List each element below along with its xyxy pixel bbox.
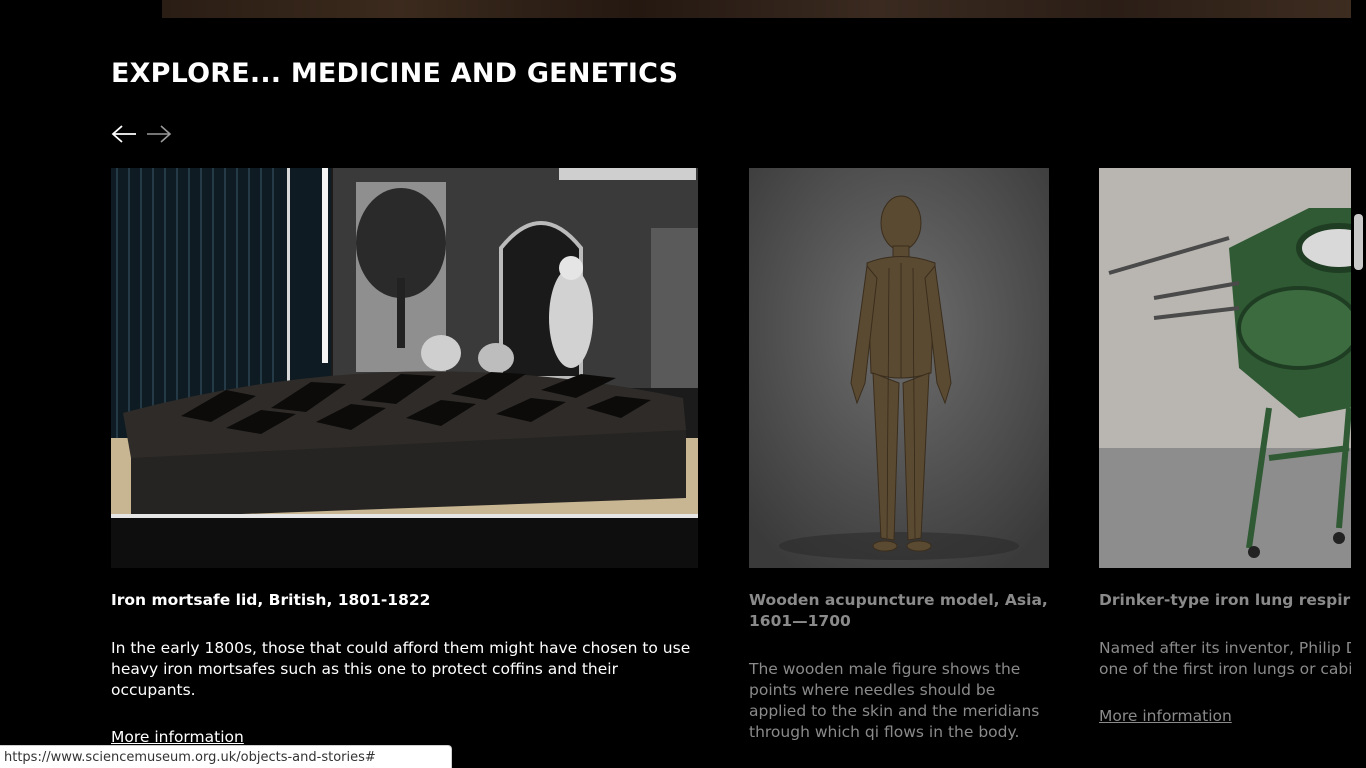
iron-lung-image[interactable]: [1099, 168, 1351, 568]
mortsafe-image[interactable]: [111, 168, 698, 568]
section-title: EXPLORE... MEDICINE AND GENETICS: [111, 58, 679, 89]
status-bar-url: https://www.sciencemuseum.org.uk/objects…: [0, 745, 452, 768]
more-information-link[interactable]: More information: [1099, 706, 1232, 727]
card-description-line: one of the first iron lungs or cabinet r…: [1099, 660, 1351, 678]
acupuncture-photo: [749, 168, 1049, 568]
iron-lung-photo: [1099, 168, 1351, 568]
card-title[interactable]: Wooden acupuncture model, Asia, 1601—170…: [749, 590, 1049, 632]
arrow-left-icon: [111, 125, 136, 143]
card-title[interactable]: Iron mortsafe lid, British, 1801-1822: [111, 590, 430, 611]
card-description-line: Named after its inventor, Philip Drinker…: [1099, 639, 1351, 657]
page-scrollbar[interactable]: [1351, 0, 1366, 768]
card-description: Named after its inventor, Philip Drinker…: [1099, 638, 1351, 680]
arrow-right-icon: [147, 125, 172, 143]
scrollbar-thumb[interactable]: [1354, 214, 1363, 270]
carousel-prev-button[interactable]: [111, 121, 137, 147]
card-description: The wooden male figure shows the points …: [749, 660, 1040, 741]
mortsafe-photo: [111, 168, 698, 568]
card-description: In the early 1800s, those that could aff…: [111, 639, 691, 699]
card-title[interactable]: Drinker-type iron lung respirator: [1099, 590, 1351, 611]
acupuncture-model-image[interactable]: [749, 168, 1049, 568]
carousel-card-iron-lung[interactable]: Drinker-type iron lung respirator Named …: [1099, 168, 1351, 768]
carousel-next-button[interactable]: [146, 121, 172, 147]
previous-section-image-strip: [0, 0, 1351, 18]
hero-image-bottom-edge: [162, 0, 1351, 18]
